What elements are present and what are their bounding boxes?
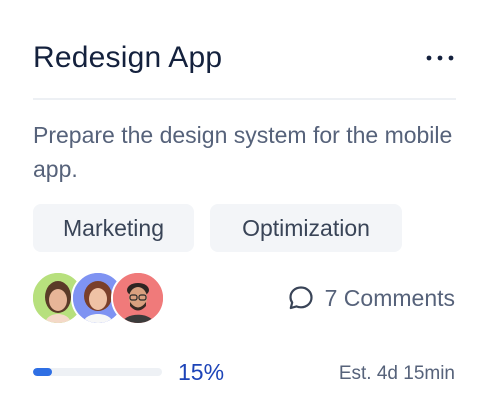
tag-optimization[interactable]: Optimization [210, 204, 402, 252]
comment-bubble-icon [287, 284, 315, 312]
more-options-button[interactable] [418, 42, 462, 74]
person-avatar-icon [113, 273, 163, 323]
card-description: Prepare the design system for the mobile… [33, 122, 453, 182]
card-title: Redesign App [33, 41, 223, 74]
time-estimate: Est. 4d 15min [338, 363, 455, 384]
more-horizontal-icon [426, 55, 454, 61]
task-card: Redesign App Prepare the design system f… [0, 0, 488, 420]
avatar[interactable] [111, 271, 165, 325]
tag-marketing[interactable]: Marketing [33, 204, 194, 252]
progress-bar-fill [33, 368, 53, 376]
progress-percent: 15% [178, 359, 225, 385]
comments-link[interactable]: 7 Comments [287, 282, 455, 314]
divider [33, 98, 456, 100]
progress-bar [33, 368, 162, 376]
comments-count-label: 7 Comments [324, 285, 455, 311]
avatar-group [31, 271, 167, 327]
